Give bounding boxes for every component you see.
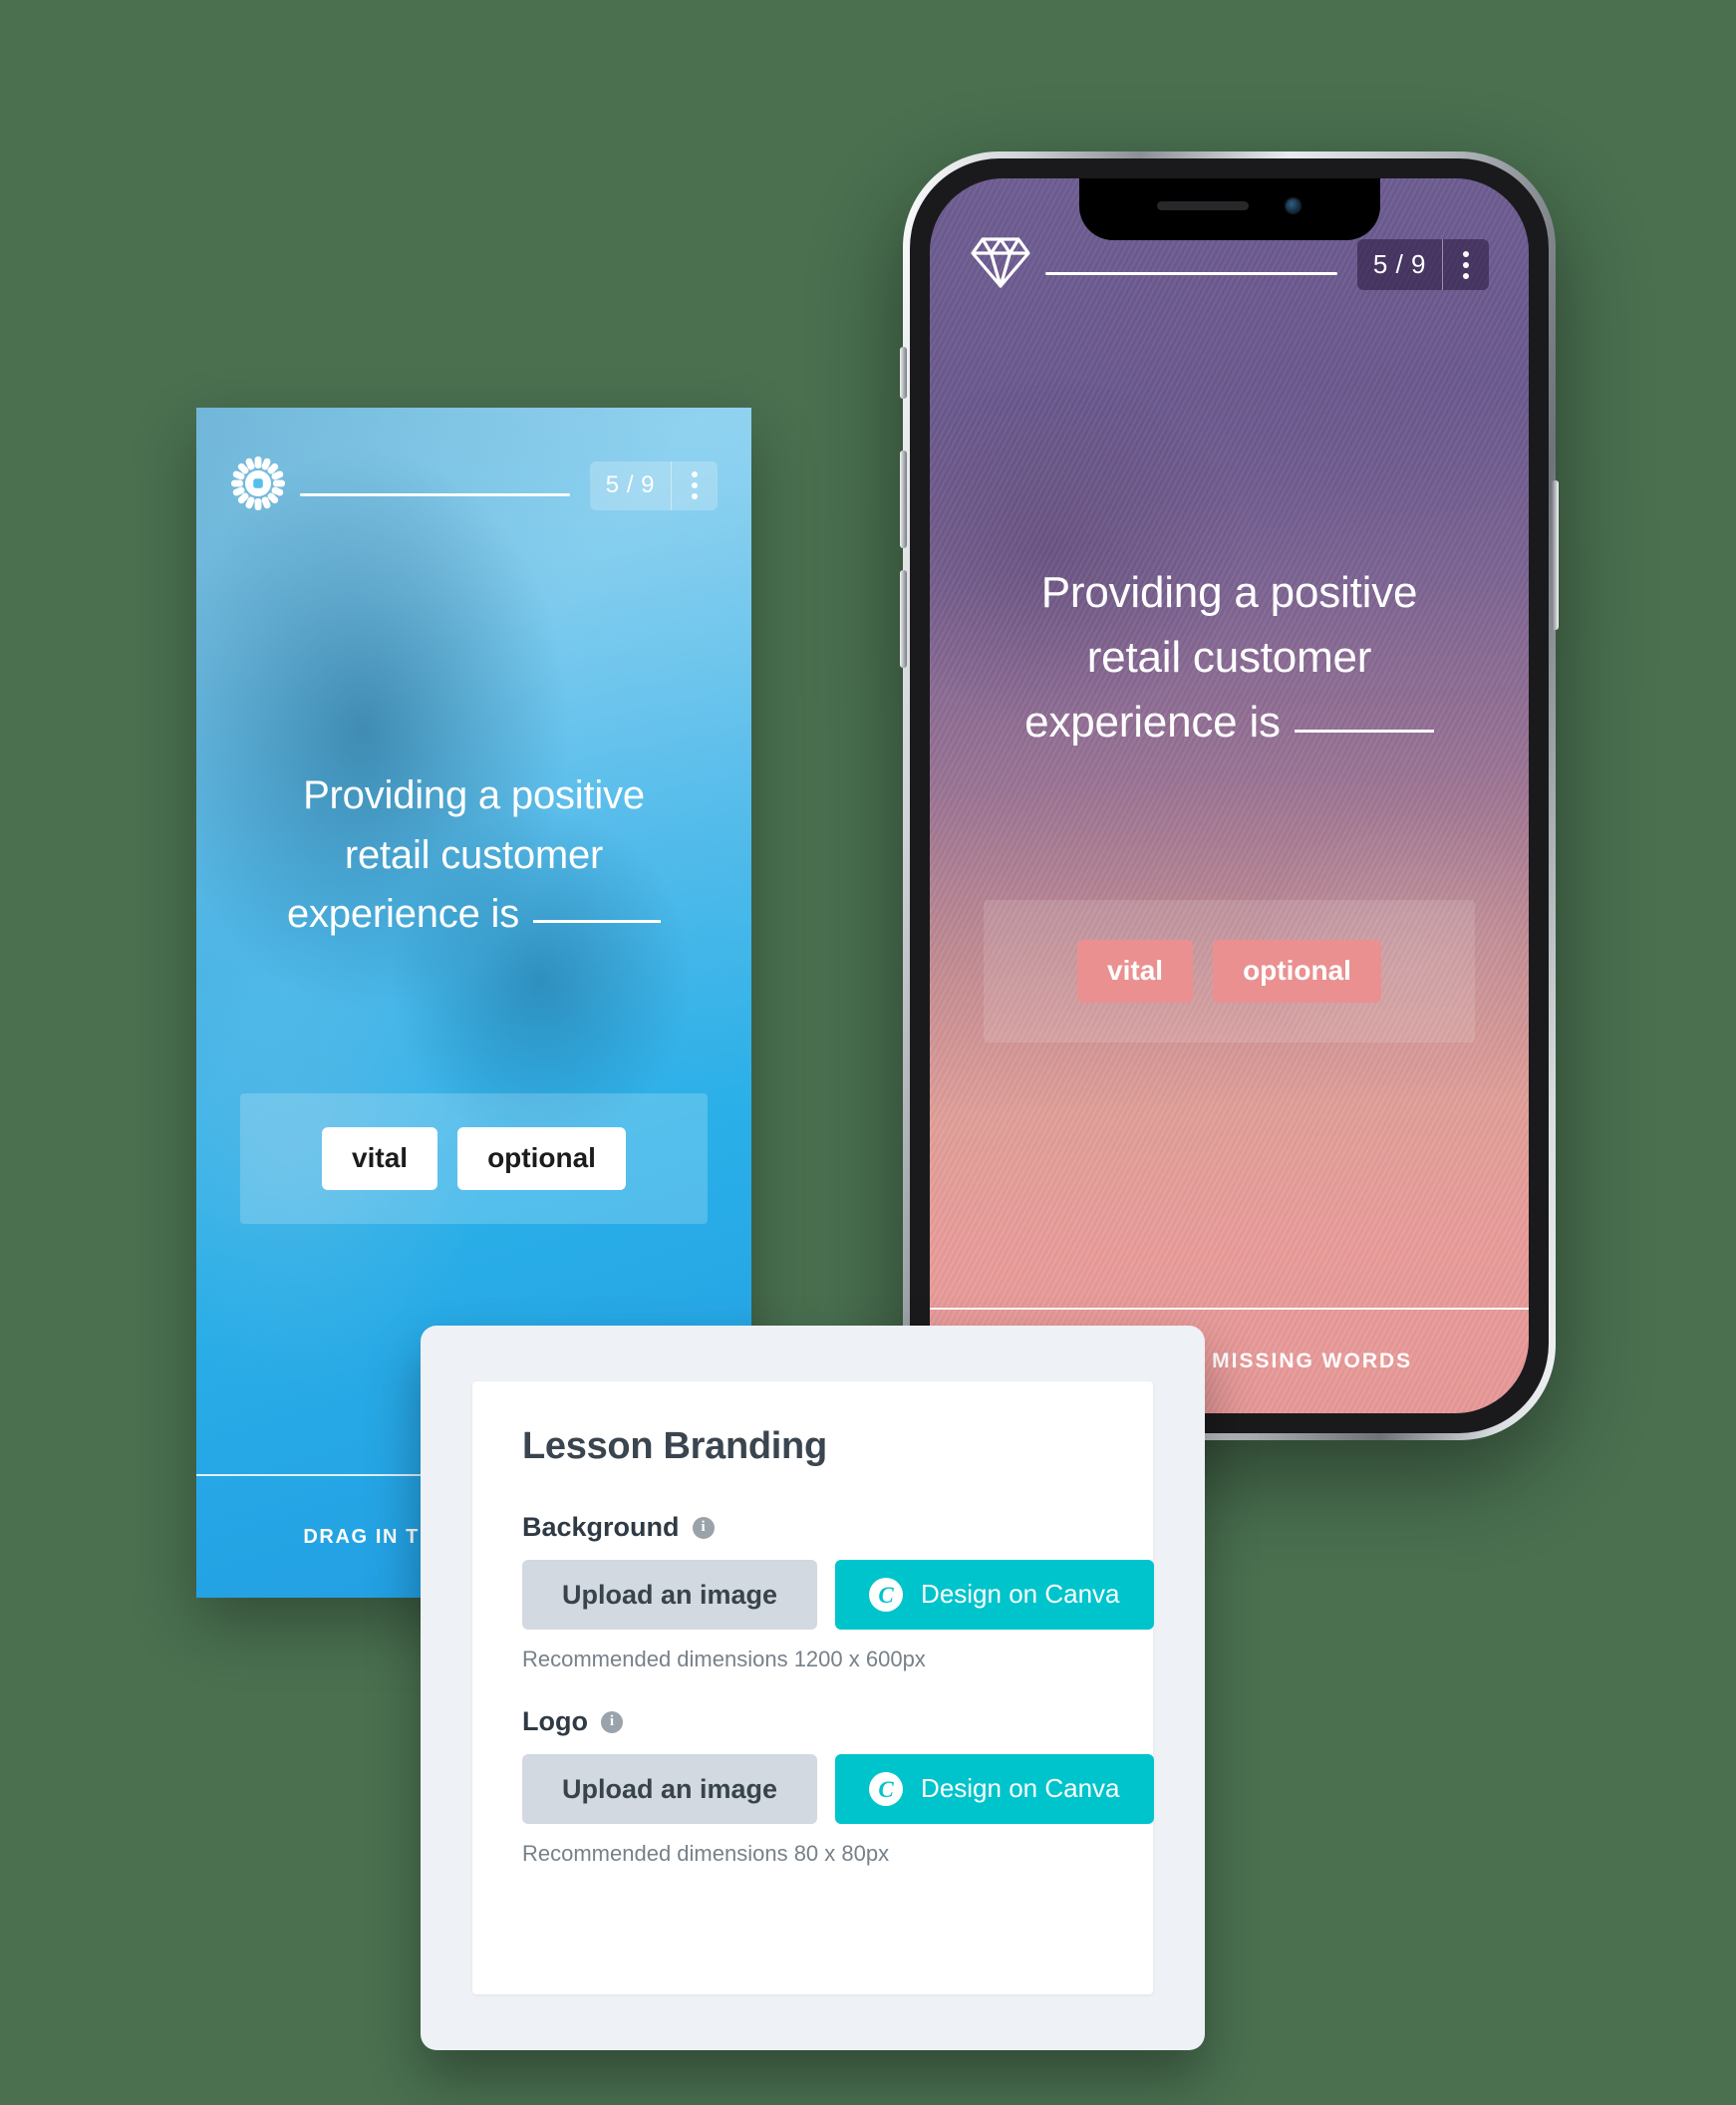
kebab-dot [692, 482, 698, 489]
kebab-dot [1463, 250, 1469, 257]
background-label: Background [522, 1512, 680, 1542]
lesson-progress-bar-blue [300, 493, 570, 496]
question-body-purple: Providing a positive retail customer exp… [930, 295, 1529, 1308]
front-camera-icon [1285, 196, 1302, 214]
question-line-3: experience is [286, 891, 520, 936]
question-text-purple: Providing a positive retail customer exp… [984, 560, 1475, 754]
logo-dimensions-hint: Recommended dimensions 80 x 80px [522, 1841, 890, 1866]
question-text-blue: Providing a positive retail customer exp… [240, 766, 708, 944]
question-line-3: experience is [1024, 698, 1281, 748]
upload-image-button-logo[interactable]: Upload an image [522, 1754, 818, 1824]
lesson-branding-card: Lesson Branding Background i Upload an i… [421, 1326, 1205, 2050]
info-icon-background[interactable]: i [692, 1516, 715, 1539]
background-button-row: Upload an image C Design on Canva [522, 1560, 1154, 1630]
kebab-dot [692, 493, 698, 500]
logo-label-row: Logo i [522, 1706, 1103, 1737]
upload-image-button-background[interactable]: Upload an image [522, 1560, 818, 1630]
lesson-counter-pill-blue: 5 / 9 [589, 461, 718, 510]
design-on-canva-label: Design on Canva [921, 1773, 1120, 1804]
design-on-canva-button-background[interactable]: C Design on Canva [835, 1560, 1154, 1630]
iphone-volume-down-button[interactable] [900, 570, 907, 668]
answer-tray-purple: vital optional [984, 900, 1475, 1044]
flower-gear-logo-icon [230, 455, 286, 516]
canva-c-icon: C [869, 1578, 904, 1612]
iphone-screen-content: 5 / 9 Providing a positive retail custom… [930, 178, 1529, 1413]
answer-chip-vital-blue[interactable]: vital [322, 1126, 438, 1190]
iphone-notch [1078, 178, 1380, 240]
diamond-logo-icon [970, 234, 1031, 295]
kebab-menu-icon-purple[interactable] [1443, 239, 1489, 290]
question-line-3-row: experience is [240, 885, 708, 944]
answer-blank-blue[interactable] [533, 919, 662, 923]
iphone-mockup: 5 / 9 Providing a positive retail custom… [900, 151, 1559, 1440]
lesson-counter-purple: 5 / 9 [1372, 248, 1426, 279]
background-dimensions-hint: Recommended dimensions 1200 x 600px [522, 1647, 926, 1671]
lesson-counter-pill-purple: 5 / 9 [1356, 238, 1489, 291]
iphone-volume-up-button[interactable] [900, 451, 907, 548]
iphone-mute-switch[interactable] [900, 347, 907, 399]
answer-blank-purple[interactable] [1294, 730, 1434, 734]
iphone-screen: 5 / 9 Providing a positive retail custom… [930, 178, 1529, 1413]
question-line-3-row: experience is [984, 690, 1475, 754]
lesson-header-blue: 5 / 9 [196, 408, 751, 516]
logo-button-row: Upload an image C Design on Canva [522, 1754, 1154, 1824]
lesson-progress-bar-purple [1045, 272, 1337, 275]
question-line-2: retail customer [344, 832, 604, 877]
kebab-dot [1463, 272, 1469, 279]
composition-stage: 5 / 9 Providing a positive retail custom… [0, 0, 1736, 2105]
answer-chip-optional-purple[interactable]: optional [1213, 940, 1381, 1004]
page-title: Lesson Branding [522, 1425, 827, 1467]
iphone-power-button[interactable] [1552, 480, 1559, 630]
design-on-canva-button-logo[interactable]: C Design on Canva [835, 1754, 1154, 1824]
earpiece-speaker-icon [1157, 200, 1249, 210]
question-line-2: retail customer [1086, 633, 1372, 683]
background-label-row: Background i [522, 1512, 1103, 1543]
canva-c-icon: C [869, 1772, 904, 1806]
lesson-branding-panel: Lesson Branding Background i Upload an i… [472, 1381, 1154, 1994]
iphone-bezel: 5 / 9 Providing a positive retail custom… [910, 158, 1549, 1433]
lesson-counter-blue: 5 / 9 [605, 471, 655, 499]
kebab-dot [692, 471, 698, 478]
logo-field-group: Logo i Upload an image C Design on Canva… [522, 1706, 1154, 1867]
answer-chip-vital-purple[interactable]: vital [1077, 940, 1194, 1004]
question-line-1: Providing a positive [303, 773, 645, 818]
kebab-dot [1463, 261, 1469, 268]
answer-tray-blue: vital optional [240, 1092, 708, 1224]
kebab-menu-icon-blue[interactable] [672, 461, 718, 510]
logo-label: Logo [522, 1706, 588, 1736]
design-on-canva-label: Design on Canva [921, 1579, 1120, 1610]
background-field-group: Background i Upload an image C Design on… [522, 1512, 1154, 1672]
info-icon-logo[interactable]: i [600, 1710, 623, 1733]
question-line-1: Providing a positive [1040, 567, 1418, 617]
answer-chip-optional-blue[interactable]: optional [457, 1126, 626, 1190]
iphone-metal-frame: 5 / 9 Providing a positive retail custom… [900, 151, 1559, 1440]
